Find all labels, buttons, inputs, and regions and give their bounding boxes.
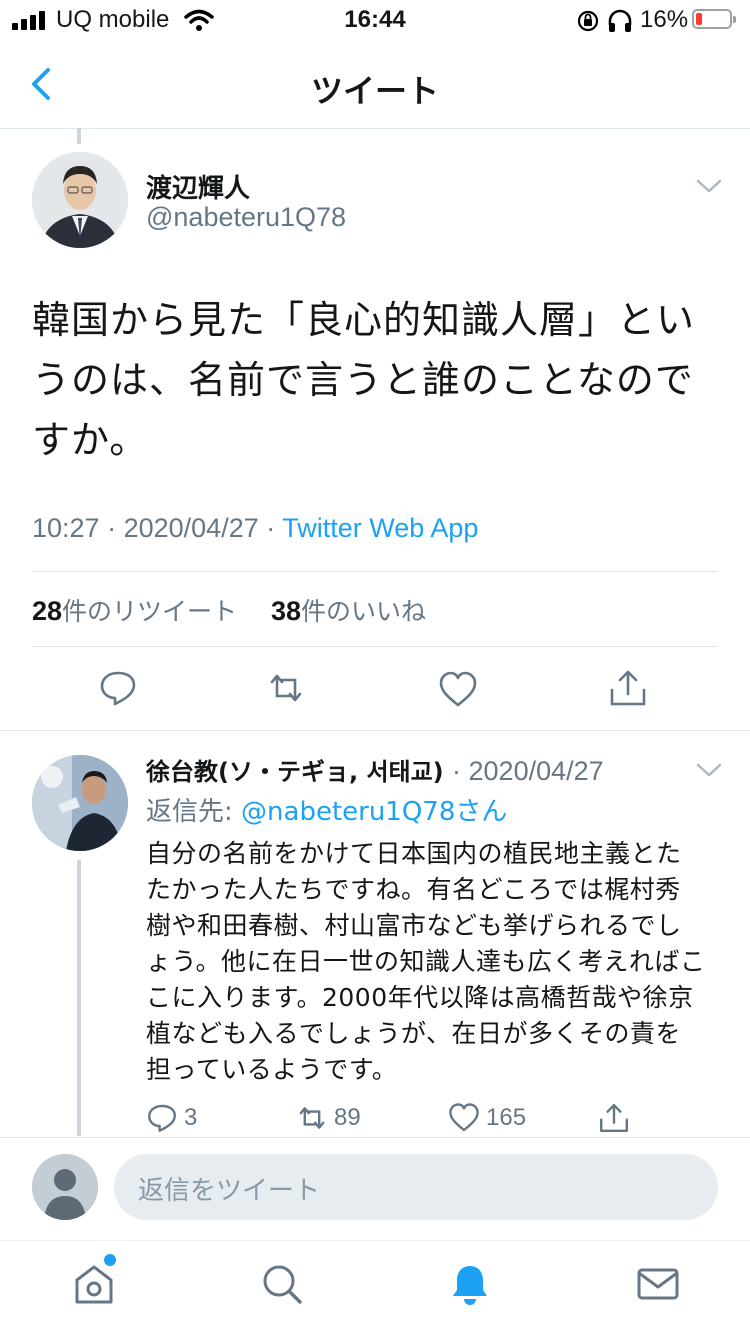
reply-to-line: 返信先: @nabeteru1Q78さん: [146, 791, 507, 828]
chevron-down-icon[interactable]: [695, 176, 723, 196]
reply-retweet-count: 89: [334, 1104, 361, 1131]
like-stat[interactable]: 38件のいいね: [271, 596, 426, 626]
stats-divider: [32, 646, 718, 647]
home-icon[interactable]: [72, 1262, 116, 1306]
reply-author-avatar[interactable]: [32, 755, 128, 851]
battery-icon: [692, 9, 736, 29]
nav-divider: [0, 128, 750, 129]
reply-icon: [148, 1104, 176, 1132]
compose-divider: [0, 1137, 750, 1138]
retweet-icon: [299, 1107, 325, 1129]
reply-retweet-action[interactable]: 89: [296, 1102, 361, 1134]
headphones-icon: [608, 9, 632, 32]
reply-like-count: 165: [486, 1104, 527, 1131]
tweet-source-link[interactable]: Twitter Web App: [282, 513, 478, 543]
meta-separator: ·: [107, 513, 124, 543]
tweet-meta: 10:27 · 2020/04/27 · Twitter Web App: [32, 513, 478, 544]
reply-chevron-down-icon[interactable]: [695, 760, 723, 780]
tweet-stats: 28件のリツイート 38件のいいね: [32, 592, 426, 628]
compose-placeholder: 返信をツイート: [138, 1176, 321, 1206]
author-avatar[interactable]: [32, 152, 128, 248]
reply-date: 2020/04/27: [468, 756, 604, 786]
battery-percent: 16%: [640, 6, 689, 33]
home-notification-dot: [104, 1254, 116, 1266]
retweet-stat[interactable]: 28件のリツイート: [32, 596, 237, 626]
thread-line-top: [77, 128, 81, 144]
author-handle[interactable]: @nabeteru1Q78: [146, 202, 346, 233]
retweet-icon[interactable]: [266, 668, 306, 708]
share-icon[interactable]: [608, 668, 648, 708]
reply-share-action[interactable]: [598, 1102, 630, 1134]
thread-line-reply: [77, 860, 81, 1136]
reply-reply-action[interactable]: 3: [146, 1102, 197, 1134]
search-icon[interactable]: [260, 1262, 304, 1306]
tweet-time: 10:27: [32, 513, 100, 543]
notifications-bell-icon[interactable]: [448, 1262, 492, 1306]
avatar-photo: [32, 755, 128, 851]
reply-compose-input[interactable]: 返信をツイート: [114, 1154, 718, 1220]
page-title: ツイート: [310, 72, 439, 110]
author-name[interactable]: 渡辺輝人: [146, 168, 250, 205]
reply-author-line[interactable]: 徐台教(ソ・テギョ, 서태교) · 2020/04/27: [146, 752, 604, 787]
reply-text: 自分の名前をかけて日本国内の植民地主義とたたかった人たちですね。有名どころでは梶…: [146, 839, 706, 1084]
tweet-date: 2020/04/27: [123, 513, 259, 543]
like-heart-icon[interactable]: [438, 670, 478, 710]
default-profile-icon: [32, 1154, 98, 1220]
orientation-lock-icon: [577, 10, 599, 32]
my-avatar[interactable]: [32, 1154, 98, 1220]
tabbar-divider: [0, 1240, 750, 1241]
like-heart-icon: [449, 1103, 479, 1132]
actions-divider: [0, 730, 750, 731]
reply-to-link[interactable]: @nabeteru1Q78さん: [241, 797, 507, 827]
meta-divider: [32, 571, 718, 572]
avatar-portrait: [32, 152, 128, 248]
share-icon: [600, 1104, 628, 1132]
meta-separator: ·: [266, 513, 283, 543]
reply-icon[interactable]: [98, 668, 138, 708]
reply-to-prefix: 返信先:: [146, 797, 242, 827]
messages-envelope-icon[interactable]: [636, 1262, 680, 1306]
status-time: 16:44: [344, 6, 406, 33]
reply-author-name[interactable]: 徐台教(ソ・テギョ, 서태교): [146, 758, 444, 786]
reply-like-action[interactable]: 165: [448, 1102, 526, 1134]
reply-reply-count: 3: [184, 1104, 198, 1131]
reply-separator: ·: [452, 756, 469, 786]
tweet-text: 韓国から見た「良心的知識人層」というのは、名前で言うと誰のことなのですか。: [32, 298, 696, 462]
status-bar: UQ mobile 16:44 16%: [0, 0, 750, 40]
